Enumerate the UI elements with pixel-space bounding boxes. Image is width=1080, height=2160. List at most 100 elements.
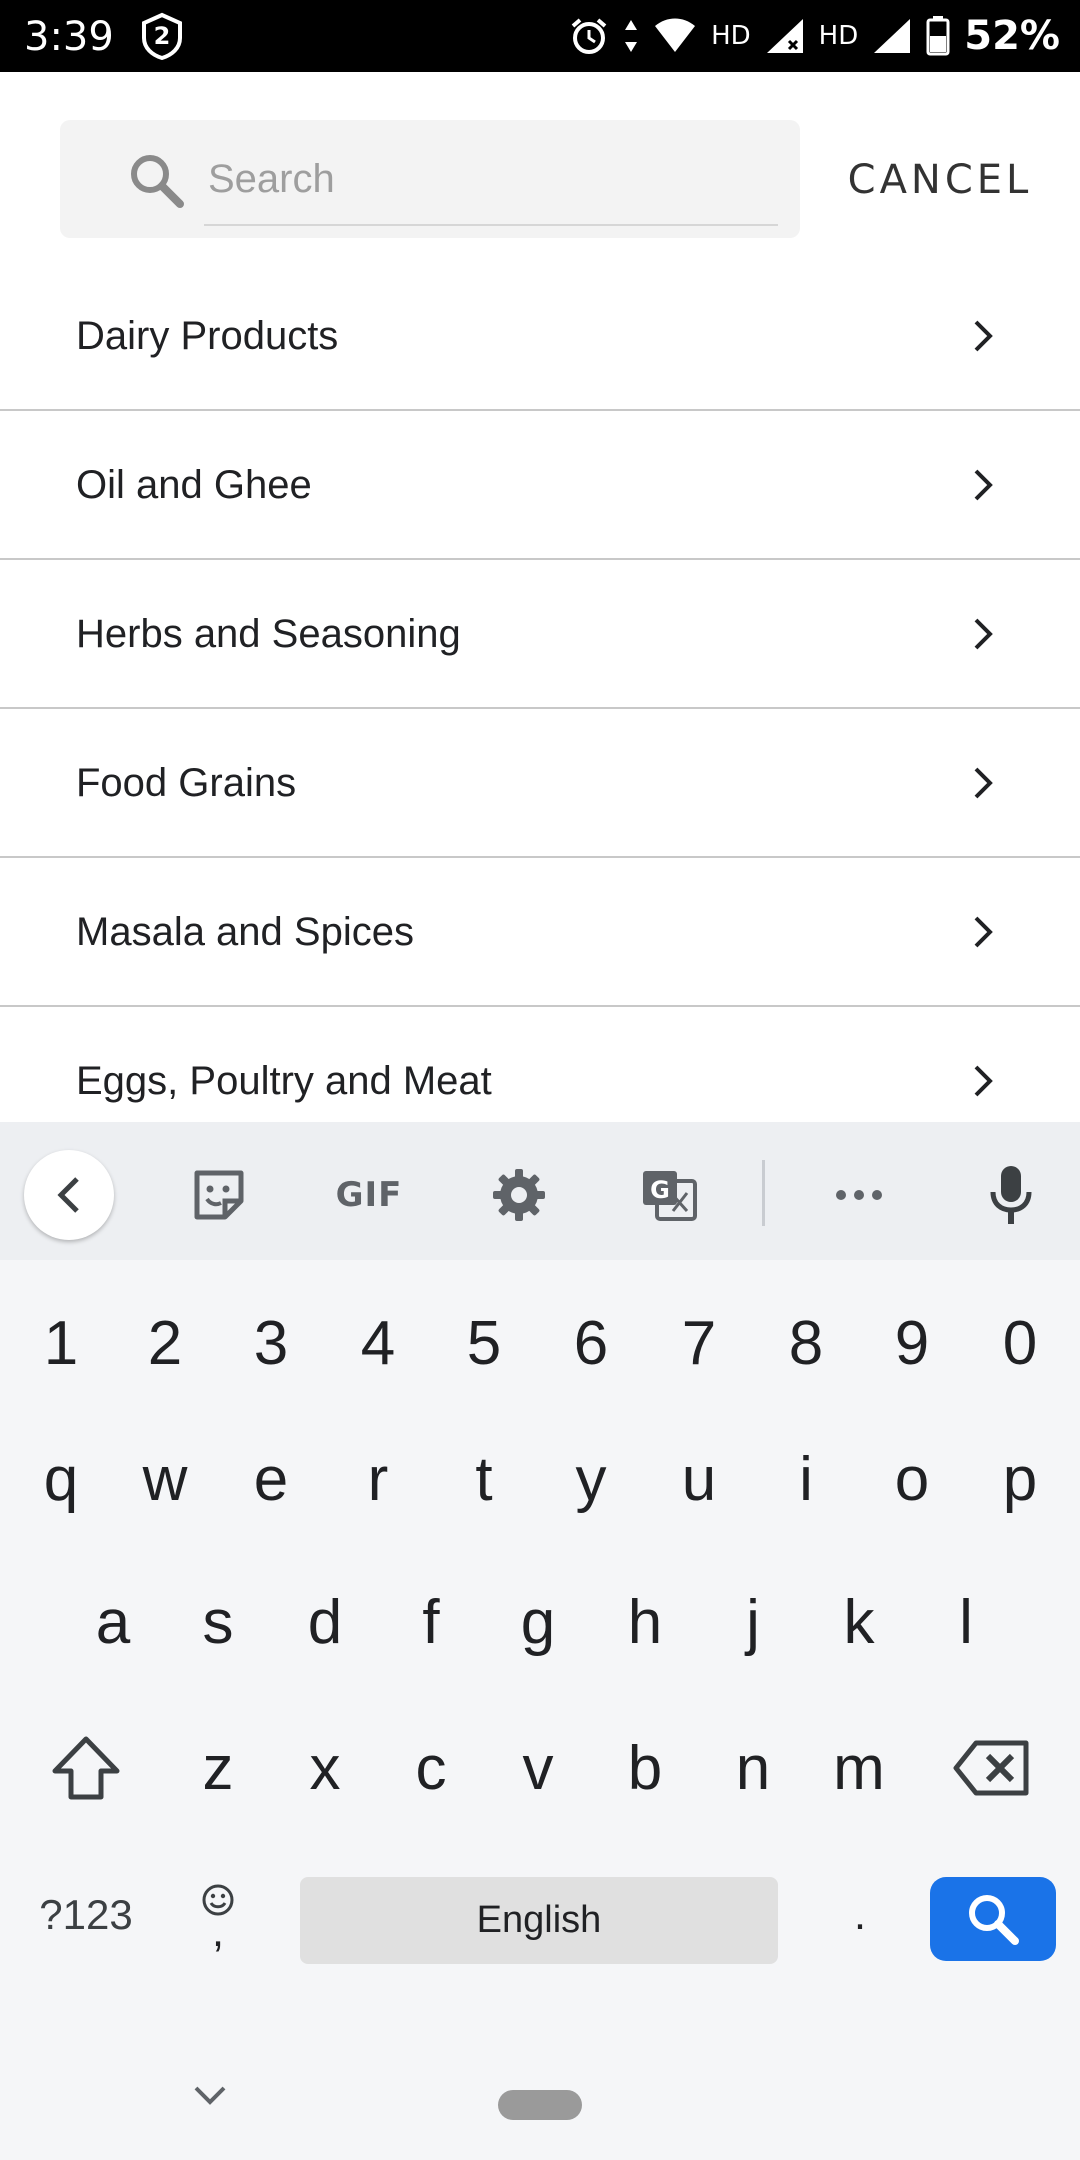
hd-label: HD [711, 21, 751, 51]
settings-button[interactable] [484, 1160, 554, 1230]
gif-label: GIF [335, 1175, 403, 1215]
search-box [60, 120, 800, 238]
status-bar: 3:39 2 HD HD 52% [0, 0, 1080, 72]
hd-label: HD [818, 21, 859, 51]
list-item-label: Oil and Ghee [76, 463, 312, 507]
keyboard-back-button[interactable] [24, 1150, 114, 1240]
comma-label: , [211, 1907, 225, 1956]
list-item-label: Herbs and Seasoning [76, 612, 461, 656]
key-r[interactable]: r [330, 1424, 426, 1534]
shift-icon [52, 1736, 120, 1800]
battery-icon [926, 16, 950, 56]
search-submit-key[interactable] [930, 1877, 1056, 1961]
chevron-right-icon [974, 916, 993, 948]
list-item[interactable]: Eggs, Poultry and Meat [0, 1007, 1080, 1122]
key-0[interactable]: 0 [972, 1288, 1068, 1398]
search-icon [969, 1895, 1019, 1945]
category-list: Dairy Products Oil and Ghee Herbs and Se… [0, 262, 1080, 1122]
key-k[interactable]: k [811, 1567, 907, 1677]
data-arrows-icon [625, 20, 638, 52]
search-icon [131, 155, 184, 208]
key-8[interactable]: 8 [758, 1288, 854, 1398]
sticker-icon [194, 1170, 244, 1220]
symbols-key[interactable]: ?123 [26, 1860, 146, 1970]
key-y[interactable]: y [543, 1424, 639, 1534]
key-g[interactable]: g [490, 1567, 586, 1677]
key-m[interactable]: m [811, 1713, 907, 1823]
key-p[interactable]: p [972, 1424, 1068, 1534]
signal-x-icon [766, 19, 803, 53]
search-input[interactable] [204, 134, 778, 226]
wifi-icon [655, 18, 696, 52]
chevron-right-icon [974, 618, 993, 650]
key-u[interactable]: u [651, 1424, 747, 1534]
home-pill[interactable] [498, 2090, 582, 2120]
key-s[interactable]: s [170, 1567, 266, 1677]
key-d[interactable]: d [277, 1567, 373, 1677]
alarm-icon [571, 18, 607, 54]
chevron-left-icon [57, 1177, 79, 1213]
key-w[interactable]: w [117, 1424, 213, 1534]
key-9[interactable]: 9 [864, 1288, 960, 1398]
translate-button[interactable]: G [634, 1160, 704, 1230]
list-item[interactable]: Oil and Ghee [0, 411, 1080, 560]
key-l[interactable]: l [918, 1567, 1014, 1677]
key-n[interactable]: n [705, 1713, 801, 1823]
cancel-button[interactable]: CANCEL [840, 150, 1040, 210]
backspace-key[interactable] [944, 1713, 1040, 1823]
battery-percent: 52% [964, 13, 1060, 59]
status-time: 3:39 [24, 14, 114, 60]
space-bar[interactable]: English [300, 1877, 778, 1964]
voice-button[interactable] [976, 1160, 1046, 1230]
translate-icon: G [643, 1171, 697, 1221]
key-6[interactable]: 6 [543, 1288, 639, 1398]
shift-key[interactable] [38, 1713, 134, 1823]
key-b[interactable]: b [597, 1713, 693, 1823]
emoji-comma-key[interactable]: , [170, 1860, 266, 1970]
key-a[interactable]: a [65, 1567, 161, 1677]
gif-button[interactable]: GIF [334, 1160, 404, 1230]
list-item[interactable]: Dairy Products [0, 262, 1080, 411]
microphone-icon [990, 1166, 1032, 1224]
chevron-right-icon [974, 1065, 993, 1097]
key-q[interactable]: q [13, 1424, 109, 1534]
list-item[interactable]: Masala and Spices [0, 858, 1080, 1007]
more-dots-icon [836, 1190, 882, 1200]
key-i[interactable]: i [758, 1424, 854, 1534]
svg-text:G: G [650, 1176, 670, 1204]
key-h[interactable]: h [597, 1567, 693, 1677]
gear-icon [493, 1169, 545, 1221]
chevron-down-icon[interactable] [190, 2076, 230, 2116]
key-4[interactable]: 4 [330, 1288, 426, 1398]
key-e[interactable]: e [223, 1424, 319, 1534]
more-button[interactable] [824, 1160, 894, 1230]
chevron-right-icon [974, 320, 993, 352]
key-z[interactable]: z [170, 1713, 266, 1823]
key-f[interactable]: f [383, 1567, 479, 1677]
period-key[interactable]: . [812, 1860, 908, 1970]
key-5[interactable]: 5 [436, 1288, 532, 1398]
signal-icon [874, 19, 911, 53]
list-item-label: Eggs, Poultry and Meat [76, 1059, 492, 1103]
key-3[interactable]: 3 [223, 1288, 319, 1398]
key-t[interactable]: t [436, 1424, 532, 1534]
key-2[interactable]: 2 [117, 1288, 213, 1398]
key-1[interactable]: 1 [13, 1288, 109, 1398]
toolbar-divider [762, 1160, 765, 1226]
chevron-right-icon [974, 469, 993, 501]
key-x[interactable]: x [277, 1713, 373, 1823]
list-item[interactable]: Food Grains [0, 709, 1080, 858]
list-item-label: Food Grains [76, 761, 297, 805]
sticker-button[interactable] [184, 1160, 254, 1230]
notification-badge-count: 2 [153, 22, 171, 50]
key-v[interactable]: v [490, 1713, 586, 1823]
key-j[interactable]: j [705, 1567, 801, 1677]
list-item-label: Masala and Spices [76, 910, 414, 954]
list-item-label: Dairy Products [76, 314, 339, 358]
chevron-right-icon [974, 767, 993, 799]
key-7[interactable]: 7 [651, 1288, 747, 1398]
keyboard-toolbar: GIF G [0, 1122, 1080, 1260]
list-item[interactable]: Herbs and Seasoning [0, 560, 1080, 709]
key-o[interactable]: o [864, 1424, 960, 1534]
key-c[interactable]: c [383, 1713, 479, 1823]
